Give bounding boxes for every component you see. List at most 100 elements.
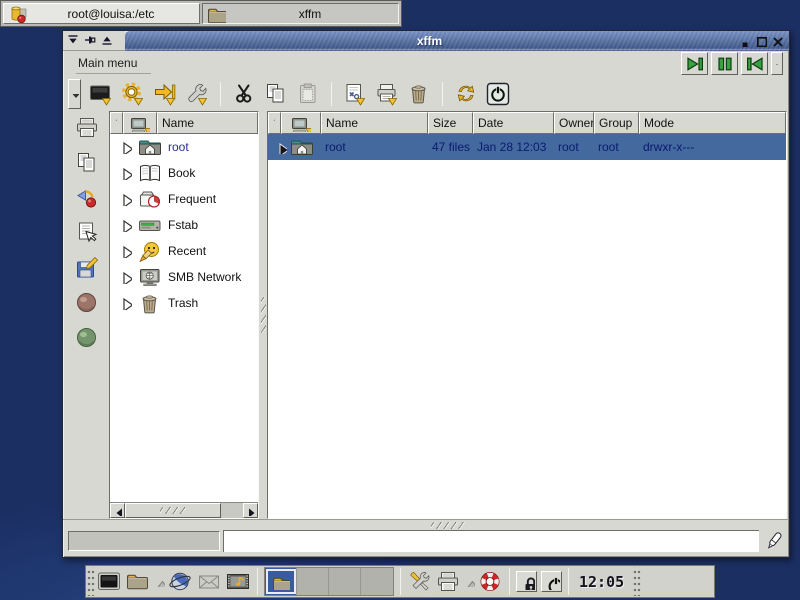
tree-horizontal-scrollbar[interactable] — [110, 502, 258, 518]
panel-mail-launcher[interactable] — [195, 567, 224, 596]
logout-button[interactable] — [541, 571, 562, 592]
list-header-date[interactable]: Date — [473, 112, 554, 134]
tree-item-trash[interactable]: Trash — [110, 290, 258, 316]
workspace-4[interactable] — [361, 568, 393, 595]
list-header-mode[interactable]: Mode — [639, 112, 786, 134]
eject-icon[interactable] — [101, 34, 114, 47]
tree-item-fstab[interactable]: Fstab — [110, 212, 258, 238]
pause-button[interactable] — [711, 52, 738, 75]
folder-icon — [207, 4, 226, 23]
taskbar-button-xffm[interactable]: xffm — [202, 3, 399, 24]
cut-button[interactable] — [229, 80, 259, 108]
taskbar-button-terminal[interactable]: root@louisa:/etc — [3, 3, 200, 24]
tree-item-label: root — [168, 140, 189, 154]
workspace-3[interactable] — [329, 568, 361, 595]
print-button[interactable] — [372, 80, 402, 108]
pin-icon[interactable] — [84, 34, 97, 47]
panel-popup-arrow[interactable] — [463, 567, 476, 596]
panel-terminal-launcher[interactable] — [95, 567, 124, 596]
paste-button[interactable] — [293, 80, 323, 108]
list-header-size[interactable]: Size — [428, 112, 473, 134]
navigation-buttons: · — [681, 52, 783, 75]
power-button[interactable] — [483, 80, 513, 108]
expander-icon[interactable] — [119, 140, 132, 154]
scrollbar-track[interactable] — [221, 503, 243, 518]
close-icon[interactable] — [772, 36, 783, 47]
sphere-red-icon[interactable] — [75, 291, 101, 317]
up-arrow-icon — [464, 576, 475, 587]
copy-icon[interactable] — [75, 151, 101, 177]
panel-print-launcher[interactable] — [434, 567, 463, 596]
maximize-icon[interactable] — [756, 36, 767, 47]
panel-media-launcher[interactable] — [224, 567, 253, 596]
panel-browser-launcher[interactable] — [166, 567, 195, 596]
tree-item-frequent[interactable]: Frequent — [110, 186, 258, 212]
panel-files-launcher[interactable] — [124, 567, 153, 596]
settings-gear-icon — [121, 82, 146, 107]
expander-icon[interactable] — [119, 166, 132, 180]
titlebar[interactable]: xffm — [63, 31, 789, 51]
list-header-name[interactable]: Name — [321, 112, 428, 134]
expander-icon[interactable] — [275, 141, 287, 154]
sphere-green-icon[interactable] — [75, 326, 101, 352]
panel-grip-right[interactable] — [632, 567, 641, 596]
list-header-group[interactable]: Group — [594, 112, 639, 134]
differences-icon[interactable] — [75, 186, 101, 212]
expander-icon[interactable] — [119, 270, 132, 284]
tools-button[interactable] — [182, 80, 212, 108]
expander-icon[interactable] — [119, 296, 132, 310]
tree-item-root[interactable]: root — [110, 134, 258, 160]
workspace-1[interactable] — [265, 568, 297, 595]
lock-screen-button[interactable] — [516, 571, 537, 592]
goto-button[interactable] — [150, 80, 180, 108]
panel-help-launcher[interactable] — [476, 567, 505, 596]
up-arrow-icon — [154, 576, 165, 587]
horizontal-resize-handle[interactable] — [63, 519, 789, 529]
home-folder-icon — [138, 136, 161, 158]
previous-button[interactable] — [741, 52, 768, 75]
settings-button[interactable] — [118, 80, 148, 108]
workspace-2[interactable] — [297, 568, 329, 595]
list-row-root-selected[interactable]: root 47 files Jan 28 12:03 root root drw… — [268, 134, 786, 160]
tree-header-corner[interactable]: ˊ — [110, 112, 123, 134]
list-header-corner[interactable]: ˊ — [268, 112, 281, 134]
copy-button[interactable] — [261, 80, 291, 108]
tree-header-name-column[interactable]: Name — [157, 112, 258, 134]
more-button[interactable]: · — [771, 52, 783, 75]
main-menu-item[interactable]: Main menu — [76, 55, 151, 74]
list-header-icon-column[interactable] — [281, 112, 321, 134]
expander-icon[interactable] — [119, 244, 132, 258]
shade-icon[interactable] — [67, 34, 80, 47]
expander-icon[interactable] — [119, 218, 132, 232]
tree-item-recent[interactable]: Recent — [110, 238, 258, 264]
panel-separator — [568, 568, 569, 595]
bottom-panel: 12:05 — [85, 565, 715, 598]
template-button[interactable] — [340, 80, 370, 108]
panel-popup-arrow[interactable] — [153, 567, 166, 596]
paned-resize-handle[interactable] — [259, 111, 267, 519]
scroll-left-button[interactable] — [110, 503, 125, 518]
toolbar-collapse-button[interactable] — [68, 79, 81, 109]
eraser-icon[interactable] — [762, 530, 784, 552]
tree-item-book[interactable]: Book — [110, 160, 258, 186]
save-icon[interactable] — [75, 256, 101, 282]
browser-globe-icon — [168, 570, 193, 594]
select-icon[interactable] — [75, 221, 101, 247]
scroll-right-button[interactable] — [243, 503, 258, 518]
print-icon[interactable] — [75, 116, 101, 142]
trash-button[interactable] — [404, 80, 434, 108]
panel-settings-launcher[interactable] — [405, 567, 434, 596]
list-empty-area[interactable] — [268, 160, 786, 518]
minimize-icon[interactable] — [740, 36, 751, 47]
next-button[interactable] — [681, 52, 708, 75]
tree-header-icon-column[interactable] — [123, 112, 157, 134]
tree-item-smb-network[interactable]: SMB Network — [110, 264, 258, 290]
scrollbar-thumb[interactable] — [125, 503, 221, 518]
command-input[interactable] — [223, 530, 759, 552]
reload-button[interactable] — [451, 80, 481, 108]
expander-icon[interactable] — [119, 192, 132, 206]
titlebar-drag-area[interactable]: xffm — [125, 31, 789, 51]
panel-grip-left[interactable] — [86, 567, 95, 596]
list-header-owner[interactable]: Owner — [554, 112, 594, 134]
new-terminal-button[interactable] — [86, 80, 116, 108]
